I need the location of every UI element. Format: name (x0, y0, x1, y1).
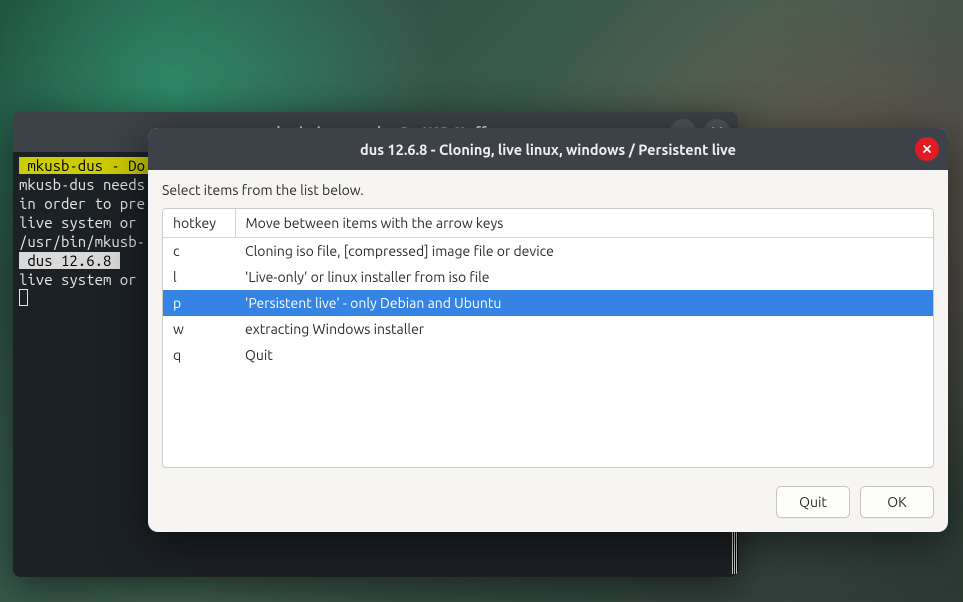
close-button[interactable] (915, 137, 939, 161)
row-hotkey: w (163, 316, 235, 342)
dialog-instruction: Select items from the list below. (162, 182, 934, 198)
row-hotkey: p (163, 290, 235, 316)
terminal-right-edge-decoration (732, 530, 738, 574)
row-hotkey: c (163, 238, 235, 265)
terminal-line: live system or (19, 214, 145, 231)
row-hotkey: l (163, 264, 235, 290)
row-hotkey: q (163, 342, 235, 368)
table-row[interactable]: c Cloning iso file, [compressed] image f… (163, 238, 933, 265)
terminal-line: live system or (19, 271, 145, 288)
column-header-desc[interactable]: Move between items with the arrow keys (235, 209, 933, 238)
terminal-line: mkusb-dus needs (19, 176, 145, 193)
dialog-title: dus 12.6.8 - Cloning, live linux, window… (360, 141, 736, 158)
quit-button[interactable]: Quit (776, 486, 850, 518)
dialog-titlebar[interactable]: dus 12.6.8 - Cloning, live linux, window… (148, 128, 948, 170)
row-desc: extracting Windows installer (235, 316, 933, 342)
terminal-line: dus 12.6.8 (19, 252, 120, 269)
table-header-row: hotkey Move between items with the arrow… (163, 209, 933, 238)
row-desc: Quit (235, 342, 933, 368)
dialog-button-row: Quit OK (162, 468, 934, 518)
table-row[interactable]: l 'Live-only' or linux installer from is… (163, 264, 933, 290)
column-header-hotkey[interactable]: hotkey (163, 209, 235, 238)
table-row[interactable]: w extracting Windows installer (163, 316, 933, 342)
row-desc: 'Live-only' or linux installer from iso … (235, 264, 933, 290)
ok-button[interactable]: OK (860, 486, 934, 518)
option-table: hotkey Move between items with the arrow… (163, 209, 933, 368)
row-desc: Cloning iso file, [compressed] image fil… (235, 238, 933, 265)
option-list[interactable]: hotkey Move between items with the arrow… (162, 208, 934, 468)
terminal-cursor (19, 289, 28, 306)
terminal-line: /usr/bin/mkusb- (19, 233, 145, 250)
row-desc: 'Persistent live' - only Debian and Ubun… (235, 290, 933, 316)
table-row[interactable]: q Quit (163, 342, 933, 368)
dialog-window: dus 12.6.8 - Cloning, live linux, window… (148, 128, 948, 532)
close-icon (922, 144, 932, 154)
terminal-line: in order to pre (19, 195, 145, 212)
table-row[interactable]: p 'Persistent live' - only Debian and Ub… (163, 290, 933, 316)
dialog-content: Select items from the list below. hotkey… (148, 170, 948, 532)
